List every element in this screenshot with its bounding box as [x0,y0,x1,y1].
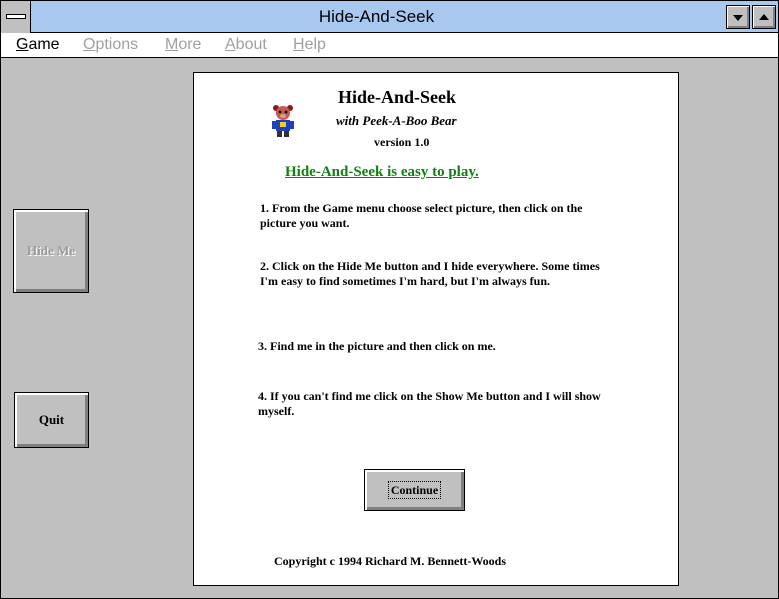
continue-label: Continue [387,481,442,499]
quit-button[interactable]: Quit [14,392,89,448]
title-bar[interactable]: Hide-And-Seek [1,1,778,33]
instruction-step-3: 3. Find me in the picture and then click… [258,339,496,353]
instruction-step-4: 4. If you can't find me click on the Sho… [258,389,601,418]
instructions-headline: Hide-And-Seek is easy to play. [285,164,479,180]
system-menu-button[interactable] [1,1,31,33]
app-window: Hide-And-Seek Game Options More About He… [0,0,779,599]
menu-help[interactable]: Help [293,36,326,54]
menu-more[interactable]: More [165,36,201,54]
app-version: version 1.0 [374,135,430,149]
menu-options[interactable]: Options [83,36,138,54]
instructions-panel: Hide-And-Seek with Peek-A-Boo Bear versi… [193,72,679,586]
minimize-icon [733,15,743,21]
menu-about[interactable]: About [225,36,267,54]
app-subtitle: with Peek-A-Boo Bear [336,113,457,128]
hide-me-button[interactable]: Hide Me [13,209,89,293]
menu-bar: Game Options More About Help [1,33,778,58]
minimize-button[interactable] [726,5,750,29]
system-menu-icon [6,14,26,19]
maximize-icon [759,14,769,20]
copyright-text: Copyright c 1994 Richard M. Bennett-Wood… [274,554,506,568]
maximize-button[interactable] [752,5,776,29]
instruction-step-1: 1. From the Game menu choose select pict… [260,201,583,230]
app-title: Hide-And-Seek [338,87,457,107]
bear-icon [272,105,294,137]
window-title: Hide-And-Seek [318,7,435,26]
instruction-step-2: 2. Click on the Hide Me button and I hid… [260,259,600,288]
menu-game[interactable]: Game [16,36,60,54]
continue-button[interactable]: Continue [364,469,465,511]
